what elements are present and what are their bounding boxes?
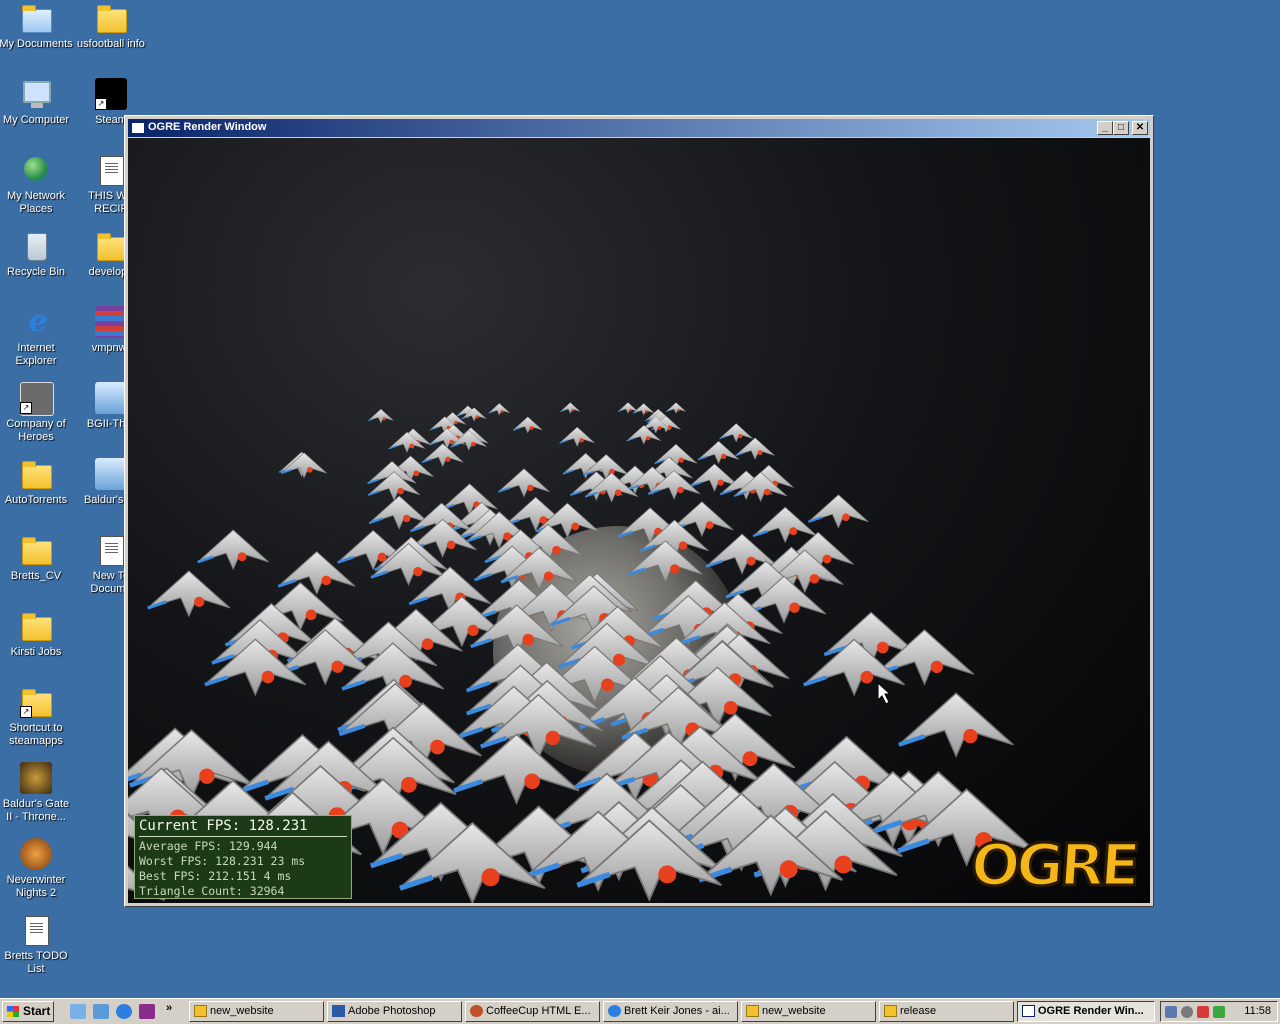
folder-icon — [194, 1005, 207, 1017]
current-fps: Current FPS: 128.231 — [139, 818, 347, 837]
folder-icon — [95, 230, 127, 262]
desktop-icon-internet-explorer[interactable]: e Internet Explorer — [0, 306, 74, 368]
installer-icon — [95, 458, 127, 490]
triangle-count: Triangle Count: 32964 — [139, 884, 285, 898]
ship — [808, 494, 869, 529]
desktop-icon-neverwinter-nights[interactable]: Neverwinter Nights 2 — [0, 838, 74, 900]
installer-icon — [95, 382, 127, 414]
desktop-icon-bretts-cv[interactable]: Bretts_CV — [0, 534, 74, 583]
ship — [498, 468, 550, 498]
folder-icon — [20, 458, 52, 490]
internet-explorer-icon[interactable] — [116, 1004, 132, 1019]
desktop-icon-usfootball[interactable]: usfootball info — [73, 2, 149, 51]
fps-stats-panel: Current FPS: 128.231 Average FPS: 129.94… — [134, 815, 352, 899]
desktop-icon-recycle-bin[interactable]: Recycle Bin — [0, 230, 74, 279]
ship — [147, 570, 231, 618]
recycle-bin-icon — [20, 230, 52, 262]
desktop-icon-baldurs-gate[interactable]: Baldur's Gate II - Throne... — [0, 762, 74, 824]
ogre-logo: OGRE — [967, 830, 1140, 901]
worst-fps: Worst FPS: 128.231 23 ms — [139, 854, 306, 868]
desktop-icon-network-places[interactable]: My Network Places — [0, 154, 74, 216]
ship — [512, 416, 543, 434]
steam-icon: ↗ — [95, 78, 127, 110]
maximize-button[interactable]: □ — [1113, 121, 1129, 135]
taskbar-item-brett-keir-jones[interactable]: Brett Keir Jones - ai... — [603, 1001, 738, 1022]
window-icon — [131, 122, 145, 134]
desktop-icon-kirsti-jobs[interactable]: Kirsti Jobs — [0, 610, 74, 659]
mouse-cursor — [877, 681, 892, 705]
ogre-scene — [128, 402, 1036, 903]
folder-icon — [884, 1005, 897, 1017]
baldurs-gate-icon — [20, 762, 52, 794]
neverwinter-nights-icon — [20, 838, 52, 870]
window-icon — [1022, 1005, 1035, 1017]
ship — [421, 443, 464, 468]
folder-icon — [95, 2, 127, 34]
taskbar-item-coffeecup[interactable]: CoffeeCup HTML E... — [465, 1001, 600, 1022]
desktop-icon-company-of-heroes[interactable]: ↗ Company of Heroes — [0, 382, 74, 444]
taskbar-item-new-website[interactable]: new_website — [189, 1001, 324, 1022]
desktop-icon-my-documents[interactable]: My Documents — [0, 2, 74, 51]
taskbar-item-ogre-render-window[interactable]: OGRE Render Win... — [1017, 1001, 1155, 1022]
minimize-button[interactable]: _ — [1097, 121, 1113, 135]
antivirus-tray-icon[interactable] — [1197, 1006, 1209, 1018]
folder-icon — [20, 610, 52, 642]
ship — [488, 403, 511, 416]
ship — [697, 440, 740, 465]
text-document-icon — [95, 534, 127, 566]
my-documents-icon — [20, 2, 52, 34]
coffeecup-icon — [470, 1005, 483, 1017]
taskbar-item-photoshop[interactable]: Adobe Photoshop — [327, 1001, 462, 1022]
start-button[interactable]: Start — [2, 1001, 54, 1022]
best-fps: Best FPS: 212.151 4 ms — [139, 869, 292, 883]
word-document-icon — [95, 154, 127, 186]
folder-shortcut-icon: ↗ — [20, 686, 52, 718]
window-title: OGRE Render Window — [148, 121, 267, 133]
taskbar-item-new-website-2[interactable]: new_website — [741, 1001, 876, 1022]
window-titlebar[interactable]: OGRE Render Window _ □ ✕ — [128, 119, 1150, 137]
clock[interactable]: 11:58 — [1244, 1005, 1271, 1017]
winrar-icon[interactable] — [139, 1004, 155, 1019]
ship — [665, 402, 687, 414]
network-places-icon — [20, 154, 52, 186]
ship — [559, 426, 595, 448]
folder-icon — [20, 534, 52, 566]
desktop-icon-todo-list[interactable]: Bretts TODO List — [0, 914, 74, 976]
ship — [367, 408, 394, 424]
internet-explorer-icon: e — [28, 304, 48, 339]
ship — [752, 506, 818, 544]
steam-tray-icon[interactable] — [1181, 1006, 1193, 1018]
ogre-render-window[interactable]: OGRE Render Window _ □ ✕ Current FPS: 12… — [124, 115, 1154, 907]
show-desktop-icon[interactable] — [70, 1004, 86, 1019]
company-of-heroes-icon: ↗ — [20, 382, 54, 416]
render-viewport[interactable]: Current FPS: 128.231 Average FPS: 129.94… — [128, 138, 1150, 903]
taskbar: Start » new_website Adobe Photoshop Coff… — [0, 998, 1280, 1024]
desktop-icon-my-computer[interactable]: My Computer — [0, 78, 74, 127]
security-tray-icon[interactable] — [1213, 1006, 1225, 1018]
ship — [898, 692, 1014, 758]
taskbar-item-release[interactable]: release — [879, 1001, 1014, 1022]
text-document-icon — [20, 914, 52, 946]
winrar-archive-icon — [95, 306, 127, 338]
average-fps: Average FPS: 129.944 — [139, 839, 278, 853]
desktop-icon-autotorrents[interactable]: AutoTorrents — [0, 458, 74, 507]
ship — [735, 437, 775, 461]
folder-icon — [746, 1005, 759, 1017]
system-tray: 11:58 — [1160, 1001, 1278, 1022]
desktop-icon-shortcut-steamapps[interactable]: ↗ Shortcut to steamapps — [0, 686, 74, 748]
outlook-icon[interactable] — [93, 1004, 109, 1019]
quicklaunch-chevron[interactable]: » — [166, 1002, 172, 1014]
internet-explorer-icon — [608, 1005, 621, 1017]
ship — [719, 423, 754, 443]
ship — [632, 403, 655, 416]
network-tray-icon[interactable] — [1165, 1006, 1177, 1018]
close-button[interactable]: ✕ — [1132, 121, 1148, 135]
ship — [560, 402, 581, 414]
ship — [197, 529, 270, 571]
photoshop-icon — [332, 1005, 345, 1017]
my-computer-icon — [20, 78, 52, 110]
